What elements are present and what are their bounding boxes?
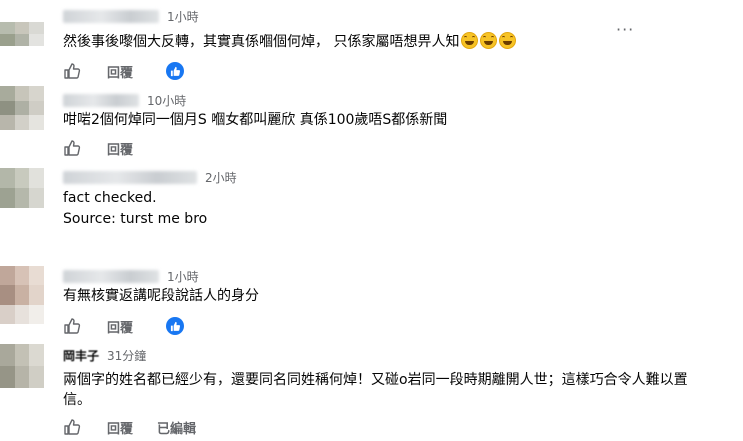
timestamp[interactable]: 31分鐘: [107, 347, 146, 364]
author-name-blurred[interactable]: [63, 269, 159, 283]
avatar[interactable]: [0, 22, 44, 46]
comment-text-line: fact checked.: [63, 190, 157, 206]
comment-actions: 回覆: [63, 61, 133, 81]
avatar[interactable]: [0, 266, 44, 324]
author-name-blurred[interactable]: [63, 170, 197, 184]
edited-label[interactable]: 已編輯: [157, 418, 196, 437]
thumbs-up-icon[interactable]: [63, 62, 81, 80]
comment-1: 1小時 然後事後嚟個大反轉，其實真係嗰個何焯， 只係家屬唔想畀人知 ··· 回覆: [0, 0, 743, 84]
reply-button[interactable]: 回覆: [107, 317, 133, 336]
comment-3: 2小時 fact checked. Source: turst me bro: [0, 164, 743, 264]
timestamp[interactable]: 10小時: [147, 92, 186, 109]
grinning-squinting-face-icon: [499, 32, 517, 49]
comment-actions: 回覆: [63, 316, 133, 336]
comment-4: 1小時 有無核實返講呢段說話人的身分 回覆: [0, 264, 743, 344]
thumbs-up-icon[interactable]: [63, 317, 81, 335]
reply-button[interactable]: 回覆: [107, 418, 133, 437]
timestamp[interactable]: 2小時: [205, 169, 237, 186]
comment-text: 咁啱2個何焯同一個月S 嗰女都叫麗欣 真係100歲唔S都係新聞: [63, 112, 448, 128]
author-name-blurred[interactable]: [63, 9, 159, 23]
author-name-partial[interactable]: 岡丰子: [63, 347, 99, 364]
like-reaction-icon[interactable]: [166, 317, 184, 335]
comment-2: 10小時 咁啱2個何焯同一個月S 嗰女都叫麗欣 真係100歲唔S都係新聞 回覆: [0, 84, 743, 164]
comment-text-body: 然後事後嚟個大反轉，其實真係嗰個何焯， 只係家屬唔想畀人知: [63, 34, 460, 50]
comment-text: 兩個字的姓名都已經少有，還要同名同姓稱何焯！又碰o岩同一段時期離開人世；這樣巧合…: [63, 372, 688, 408]
comment-text: 有無核實返講呢段說話人的身分: [63, 288, 259, 304]
comment-5: 岡丰子 31分鐘 兩個字的姓名都已經少有，還要同名同姓稱何焯！又碰o岩同一段時期…: [0, 344, 743, 441]
comment-meta: 岡丰子 31分鐘: [63, 347, 146, 363]
grinning-squinting-face-icon: [461, 32, 479, 49]
comment-meta: 1小時: [63, 268, 199, 284]
comment-text-line: Source: turst me bro: [63, 211, 208, 227]
author-name-blurred[interactable]: [63, 93, 139, 107]
comment-text: 然後事後嚟個大反轉，其實真係嗰個何焯， 只係家屬唔想畀人知: [63, 32, 517, 53]
comment-text: fact checked. Source: turst me bro: [63, 188, 207, 230]
reply-button[interactable]: 回覆: [107, 139, 133, 158]
like-reaction-icon[interactable]: [166, 62, 184, 80]
thumbs-up-icon[interactable]: [63, 139, 81, 157]
comment-actions: 回覆: [63, 138, 133, 158]
reply-button[interactable]: 回覆: [107, 62, 133, 81]
grinning-squinting-face-icon: [480, 32, 498, 49]
comment-meta: 10小時: [63, 92, 186, 108]
comment-meta: 1小時: [63, 8, 199, 24]
comment-actions: 回覆 已編輯: [63, 417, 196, 437]
timestamp[interactable]: 1小時: [167, 268, 199, 285]
avatar[interactable]: [0, 344, 44, 388]
thumbs-up-icon[interactable]: [63, 418, 81, 436]
timestamp[interactable]: 1小時: [167, 8, 199, 25]
more-options-icon[interactable]: ···: [616, 20, 634, 39]
comment-meta: 2小時: [63, 169, 237, 185]
avatar[interactable]: [0, 86, 44, 130]
avatar[interactable]: [0, 168, 44, 208]
